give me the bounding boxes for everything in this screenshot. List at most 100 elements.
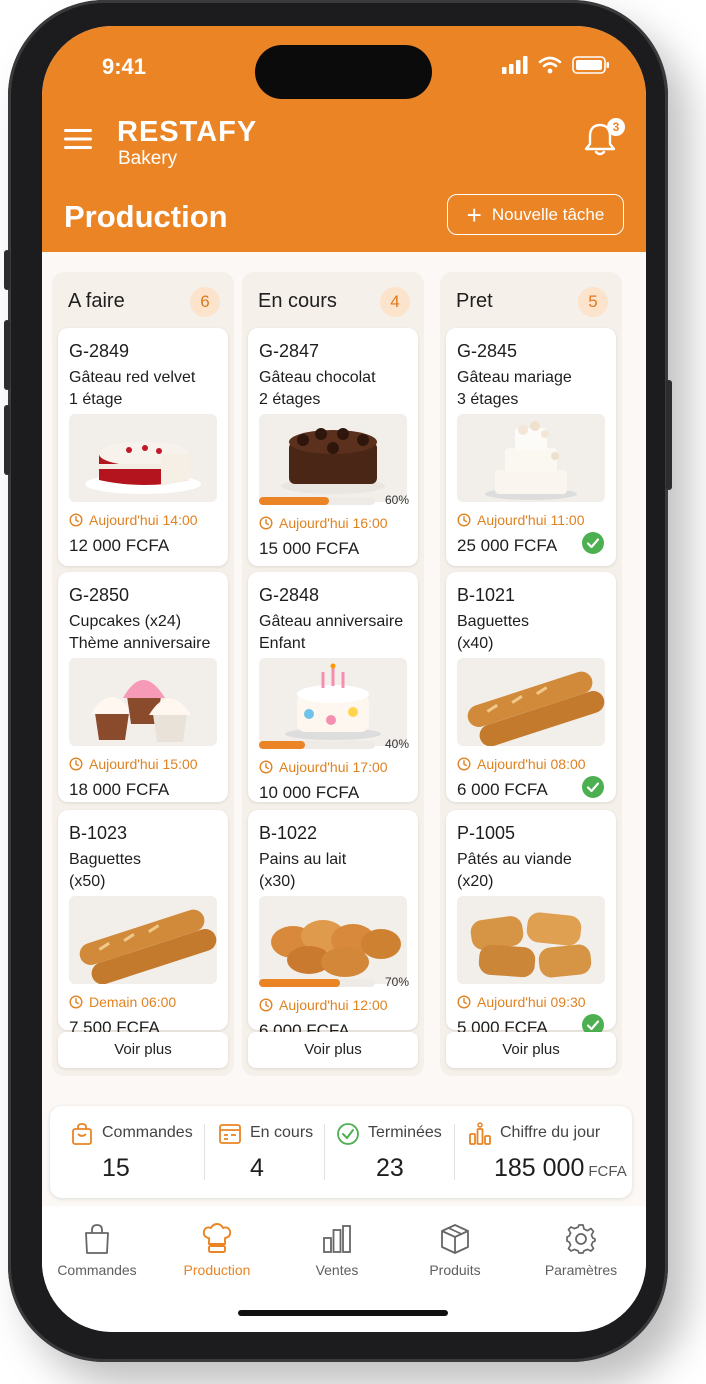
birthday-cake-image xyxy=(259,658,407,746)
card-title-line: Gâteau red velvet xyxy=(69,369,196,386)
status-icons xyxy=(502,56,610,74)
task-card[interactable]: G-2850 Cupcakes (x24) Thème anniversaire Au… xyxy=(58,572,228,802)
volume-down-button xyxy=(4,405,10,475)
due-time-text: Aujourd'hui 17:00 xyxy=(279,759,388,775)
task-card[interactable]: B-1023 Baguettes (x50) Demain 06:00 7 500 FC… xyxy=(58,810,228,1037)
new-task-button[interactable]: + Nouvelle tâche xyxy=(447,194,624,235)
summary-bar: Commandes 15 En cours 4 Terminées 23 Chi… xyxy=(50,1106,632,1198)
clock-icon xyxy=(259,760,273,774)
revenue-value-wrap: 185 000 FCFA xyxy=(494,1154,627,1183)
card-title-line: (x40) xyxy=(457,635,494,652)
see-more-button[interactable]: Voir plus xyxy=(58,1032,228,1068)
card-id: B-1021 xyxy=(457,585,516,605)
card-title: Cupcakes (x24) Thème anniversaire xyxy=(69,611,225,655)
baguettes-image xyxy=(457,658,605,746)
hamburger-menu-icon[interactable] xyxy=(64,127,92,151)
revenue-value: 185 000 xyxy=(494,1154,585,1182)
task-card[interactable]: P-1005 Pâtés au viande (x20) Aujourd'hui 09… xyxy=(446,810,616,1037)
task-card[interactable]: G-2849 Gâteau red velvet 1 étage Aujourd'hu… xyxy=(58,328,228,566)
task-card[interactable]: G-2847 Gâteau chocolat 2 étages 60% Aujourd'… xyxy=(248,328,418,566)
due-time-text: Aujourd'hui 08:00 xyxy=(477,756,586,772)
cupcakes-image xyxy=(69,658,217,746)
task-card[interactable]: B-1022 Pains au lait (x30) 70% Aujourd'hui 1… xyxy=(248,810,418,1040)
progress-fill xyxy=(259,979,341,987)
card-title-line: Pains au lait xyxy=(259,851,347,868)
card-title-line: Enfant xyxy=(259,635,306,652)
card-due-time: Aujourd'hui 11:00 xyxy=(457,512,585,528)
column-title: En cours xyxy=(258,290,337,312)
card-due-time: Aujourd'hui 09:30 xyxy=(457,994,586,1010)
tab-commandes[interactable]: Commandes xyxy=(42,1222,152,1278)
orders-label: Commandes xyxy=(102,1124,193,1141)
card-title-line: Gâteau mariage xyxy=(457,369,572,386)
card-title-line: Cupcakes (x24) xyxy=(69,613,182,630)
due-time-text: Aujourd'hui 16:00 xyxy=(279,515,388,531)
card-price: 12 000 FCFA xyxy=(69,536,170,555)
column-count-badge: 6 xyxy=(190,287,220,317)
card-id: B-1023 xyxy=(69,823,128,843)
chef-hat-icon xyxy=(202,1223,232,1253)
chocolate-cake-image xyxy=(259,414,407,502)
side-button xyxy=(666,380,672,490)
checklist-icon xyxy=(219,1124,241,1144)
card-price: 25 000 FCFA xyxy=(457,536,558,555)
progress-bar xyxy=(259,979,375,987)
phone-frame: 9:41 RESTAFY Bakery 3 Production + Nouve… xyxy=(4,0,672,1362)
card-due-time: Demain 06:00 xyxy=(69,994,176,1010)
divider xyxy=(454,1124,455,1180)
card-title: Baguettes (x40) xyxy=(457,611,613,655)
signal-icon xyxy=(502,56,528,74)
card-title-line: (x30) xyxy=(259,873,296,890)
card-title: Gâteau anniversaire Enfant xyxy=(259,611,415,655)
battery-icon xyxy=(572,56,609,74)
card-id: G-2849 xyxy=(69,341,130,361)
progress-label: 70% xyxy=(384,975,409,989)
check-circle-icon xyxy=(337,1123,359,1145)
due-time-text: Aujourd'hui 11:00 xyxy=(477,512,585,528)
card-price: 10 000 FCFA xyxy=(259,783,360,802)
task-card[interactable]: B-1021 Baguettes (x40) Aujourd'hui 08:00 6 0… xyxy=(446,572,616,802)
due-time-text: Aujourd'hui 09:30 xyxy=(477,994,586,1010)
clock-icon xyxy=(457,513,471,527)
tab-production[interactable]: Production xyxy=(162,1222,272,1278)
progress-bar xyxy=(259,741,375,749)
progress-label: 60% xyxy=(384,493,409,507)
clock-icon xyxy=(457,995,471,1009)
clock-icon xyxy=(259,998,273,1012)
milk-bread-image xyxy=(259,896,407,984)
card-title-line: 3 étages xyxy=(457,391,519,408)
clock-icon xyxy=(457,757,471,771)
volume-up-button xyxy=(4,320,10,390)
brand-name: RESTAFY xyxy=(117,116,258,148)
task-card[interactable]: G-2848 Gâteau anniversaire Enfant 40% Aujour… xyxy=(248,572,418,802)
summary-done: Terminées 23 xyxy=(326,1106,454,1198)
column-title: Pret xyxy=(456,290,493,312)
task-card[interactable]: G-2845 Gâteau mariage 3 étages Aujourd'hui … xyxy=(446,328,616,566)
card-title-line: Baguettes xyxy=(69,851,142,868)
card-title-line: Gâteau anniversaire xyxy=(259,613,404,630)
plus-icon: + xyxy=(466,199,482,230)
card-title-line: 1 étage xyxy=(69,391,123,408)
tab-produits[interactable]: Produits xyxy=(400,1222,510,1278)
due-time-text: Aujourd'hui 14:00 xyxy=(89,512,198,528)
see-more-button[interactable]: Voir plus xyxy=(446,1032,616,1068)
clock-icon xyxy=(69,513,83,527)
tab-label: Production xyxy=(183,1262,251,1278)
tab-label: Paramètres xyxy=(544,1262,618,1278)
due-time-text: Aujourd'hui 12:00 xyxy=(279,997,388,1013)
shopping-bag-icon xyxy=(85,1224,109,1254)
card-id: G-2850 xyxy=(69,585,130,605)
card-title-line: (x50) xyxy=(69,873,106,890)
see-more-button[interactable]: Voir plus xyxy=(248,1032,418,1068)
done-check-icon xyxy=(582,776,604,798)
card-price: 18 000 FCFA xyxy=(69,780,170,799)
due-time-text: Demain 06:00 xyxy=(89,994,177,1010)
column-count-badge: 4 xyxy=(380,287,410,317)
tab-parametres[interactable]: Paramètres xyxy=(526,1222,636,1278)
tab-ventes[interactable]: Ventes xyxy=(282,1222,392,1278)
card-title-line: Pâtés au viande xyxy=(457,851,572,868)
red-velvet-cake-image xyxy=(69,414,217,502)
card-id: P-1005 xyxy=(457,823,516,843)
shopping-bag-icon xyxy=(72,1123,92,1145)
meat-pastries-image xyxy=(457,896,605,984)
